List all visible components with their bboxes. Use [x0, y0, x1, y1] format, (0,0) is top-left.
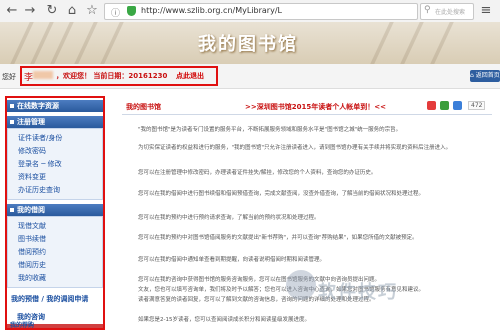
address-bar[interactable]: ⓘ http://www.szlib.org.cn/MyLibrary/L: [104, 3, 418, 20]
status-bar: 您好 李 ，欢迎您！ 当前日期：20161230 点此退出 ⌂ 返回首页: [0, 64, 500, 89]
link-favorites[interactable]: 我的收藏: [18, 273, 46, 283]
url-text: http://www.szlib.org.cn/MyLibrary/L: [141, 6, 282, 15]
banner-decoration: [100, 22, 124, 64]
share-weibo-icon[interactable]: [427, 101, 436, 110]
home-button[interactable]: ⌂ 返回首页: [470, 70, 500, 82]
banner-decoration: [400, 22, 424, 64]
banner-decoration: [430, 22, 454, 64]
registration-menu: 证件读者/身份 修改密码 登录名 ─ 修改 资料变更 办证历史查询: [7, 128, 103, 200]
paragraph: 如果您是2-15岁读者，您可以查阅阅读成长积分和阅读星级发展进度。: [138, 317, 310, 323]
banner-decoration: [370, 22, 394, 64]
link-loan-history[interactable]: 借阅历史: [18, 260, 46, 270]
star-icon[interactable]: ☆: [84, 3, 100, 19]
section-my-borrowing[interactable]: 我的借阅: [7, 204, 103, 216]
watermark-logo: [286, 270, 316, 300]
paragraph: 您可以在我的预约中进行预约请求查询，了解当前的预约状况和处理过程。: [138, 215, 320, 221]
logout-link[interactable]: 点此退出: [176, 71, 204, 81]
link-card-history[interactable]: 办证历史查询: [18, 185, 60, 195]
section-title: 我的借阅: [17, 206, 45, 214]
link-login-name[interactable]: 登录名 ─ 修改: [18, 159, 62, 169]
section-registration[interactable]: 注册管理: [7, 116, 103, 128]
banner: 我的图书馆: [0, 22, 500, 64]
home-button-label: 返回首页: [475, 72, 500, 79]
greeting-label: 您好: [2, 73, 16, 81]
bullet-icon: [10, 120, 14, 124]
paragraph: "我的图书馆"是为读者专门设置的服务平台，不断拓展服务领域和服务水平是"图书馆之…: [138, 127, 402, 133]
banner-title: 我的图书馆: [198, 34, 298, 55]
back-icon[interactable]: ←: [4, 3, 20, 19]
divider: [122, 114, 492, 115]
watermark: 软件技巧: [318, 282, 398, 303]
link-my-holds[interactable]: 我的预借 / 我的调阅申请: [11, 294, 88, 304]
share-counter: 472: [468, 101, 486, 110]
link-my-recommendation[interactable]: 我的荐购: [10, 320, 34, 329]
search-placeholder: 在此处搜索: [435, 9, 466, 16]
bullet-icon: [10, 208, 14, 212]
banner-decoration: [30, 22, 54, 64]
link-profile-change[interactable]: 资料变更: [18, 172, 46, 182]
link-renew[interactable]: 图书续借: [18, 234, 46, 244]
redacted-name: [33, 71, 53, 79]
reload-icon[interactable]: ↻: [44, 3, 60, 19]
paragraph: 为切实保证读者的权益和进行的服务，"我的图书馆"只允许注册读者进入，请到图书馆办…: [138, 145, 452, 151]
share-wechat-icon[interactable]: [440, 101, 449, 110]
section-online-resources[interactable]: 在线数字资源: [7, 100, 103, 112]
paragraph: 您可以在我的借阅中通知单查看到期提醒，向读者说明借阅时期和阅读管理。: [138, 257, 326, 263]
menu-icon[interactable]: ≡: [478, 3, 494, 19]
link-id-status[interactable]: 证件读者/身份: [18, 133, 62, 143]
link-current-loans[interactable]: 现借文献: [18, 221, 46, 231]
banner-decoration: [10, 22, 34, 64]
home-icon[interactable]: ⌂: [64, 3, 80, 19]
search-icon: ⚲: [424, 5, 431, 15]
paragraph: 您可以在我的借阅中进行图书续借和借阅预借查询，完成文献查阅，没查外借查询，了解当…: [138, 191, 425, 197]
shield-icon: [127, 6, 136, 16]
headline-link[interactable]: >>深圳图书馆2015年读者个人帐单到！<<: [245, 102, 386, 112]
page-title: 我的图书馆: [126, 103, 161, 111]
browser-toolbar: ← → ↻ ⌂ ☆ ⓘ http://www.szlib.org.cn/MyLi…: [0, 0, 500, 23]
section-title: 注册管理: [17, 118, 45, 126]
banner-decoration: [50, 22, 74, 64]
banner-decoration: [74, 22, 98, 64]
user-name: 李: [24, 73, 34, 83]
bullet-icon: [10, 104, 14, 108]
sidebar: 在线数字资源 注册管理 证件读者/身份 修改密码 登录名 ─ 修改 资料变更 办…: [5, 96, 105, 330]
paragraph: 您可以在我的预约中对图书馆借阅服务的文献提出"新书荐购"，并可以查询"荐购结果"…: [138, 235, 418, 241]
share-qzone-icon[interactable]: [453, 101, 462, 110]
page-info-icon[interactable]: ⓘ: [111, 6, 120, 19]
search-input[interactable]: ⚲ 在此处搜索: [420, 3, 474, 20]
link-reservations[interactable]: 借阅预约: [18, 247, 46, 257]
welcome-text: ，欢迎您！ 当前日期：20161230: [56, 72, 168, 80]
borrowing-menu: 现借文献 图书续借 借阅预约 借阅历史 我的收藏: [7, 216, 103, 288]
forward-icon[interactable]: →: [22, 3, 38, 19]
link-change-password[interactable]: 修改密码: [18, 146, 46, 156]
section-title: 在线数字资源: [17, 102, 59, 110]
paragraph: 您可以在注册管理中修改密码，办理读者证件挂失/解挂，修改您的个人资料，查询您的办…: [138, 170, 377, 176]
